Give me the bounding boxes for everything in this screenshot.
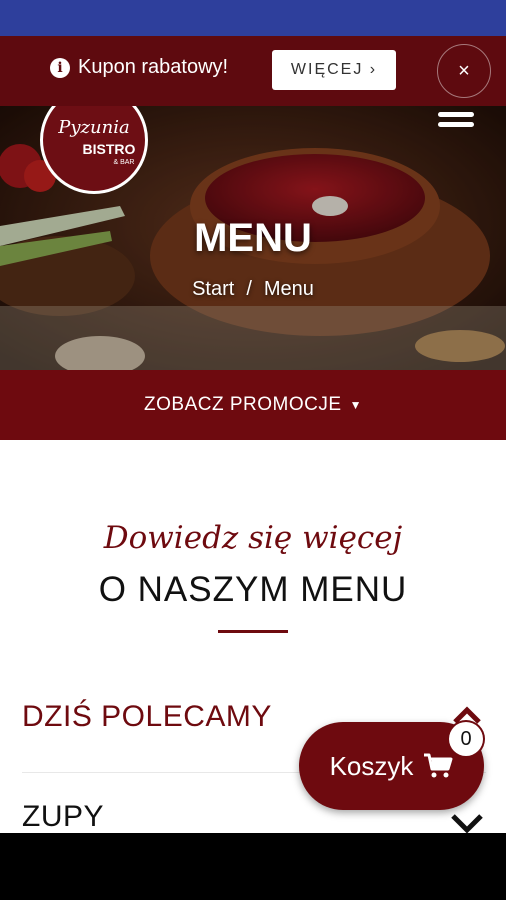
coupon-bar: i Kupon rabatowy! WIĘCEJ › × — [0, 36, 506, 106]
status-bar — [0, 0, 506, 36]
breadcrumb: Start / Menu — [0, 278, 506, 301]
close-icon[interactable]: × — [437, 44, 491, 98]
heading-divider — [218, 630, 288, 633]
breadcrumb-separator: / — [246, 278, 252, 300]
system-navigation-bar — [0, 833, 506, 900]
page-title: MENU — [194, 216, 312, 260]
promotions-toggle[interactable]: ZOBACZ PROMOCJE ▼ — [0, 370, 506, 440]
info-icon: i — [50, 57, 70, 78]
intro-heading: O NASZYM MENU — [98, 570, 408, 609]
caret-down-icon: ▼ — [349, 398, 362, 412]
coupon-more-button[interactable]: WIĘCEJ › — [272, 50, 396, 90]
coupon-text: Kupon rabatowy! — [78, 56, 229, 78]
chevron-down-icon[interactable] — [450, 812, 484, 834]
cart-label: Koszyk — [329, 750, 414, 781]
promotions-label: ZOBACZ PROMOCJE — [144, 394, 342, 415]
breadcrumb-start-link[interactable]: Start — [192, 278, 234, 300]
shopping-cart-icon — [424, 753, 453, 778]
hero-banner: Pyzunia BISTRO & BAR MENU Start / Menu — [0, 106, 506, 370]
menu-section-label: ZUPY — [22, 800, 105, 833]
logo-line2: BISTRO — [82, 141, 136, 157]
logo-line3: & BAR — [113, 159, 135, 166]
breadcrumb-current: Menu — [263, 278, 314, 300]
intro-script-line: Dowiedz się więcej — [103, 520, 403, 556]
cart-count-badge: 0 — [449, 722, 483, 756]
coupon-message: i Kupon rabatowy! — [50, 56, 228, 79]
hamburger-menu-icon[interactable] — [438, 112, 474, 136]
menu-section-label: DZIŚ POLECAMY — [22, 700, 272, 733]
logo-line1: Pyzunia — [58, 117, 130, 138]
